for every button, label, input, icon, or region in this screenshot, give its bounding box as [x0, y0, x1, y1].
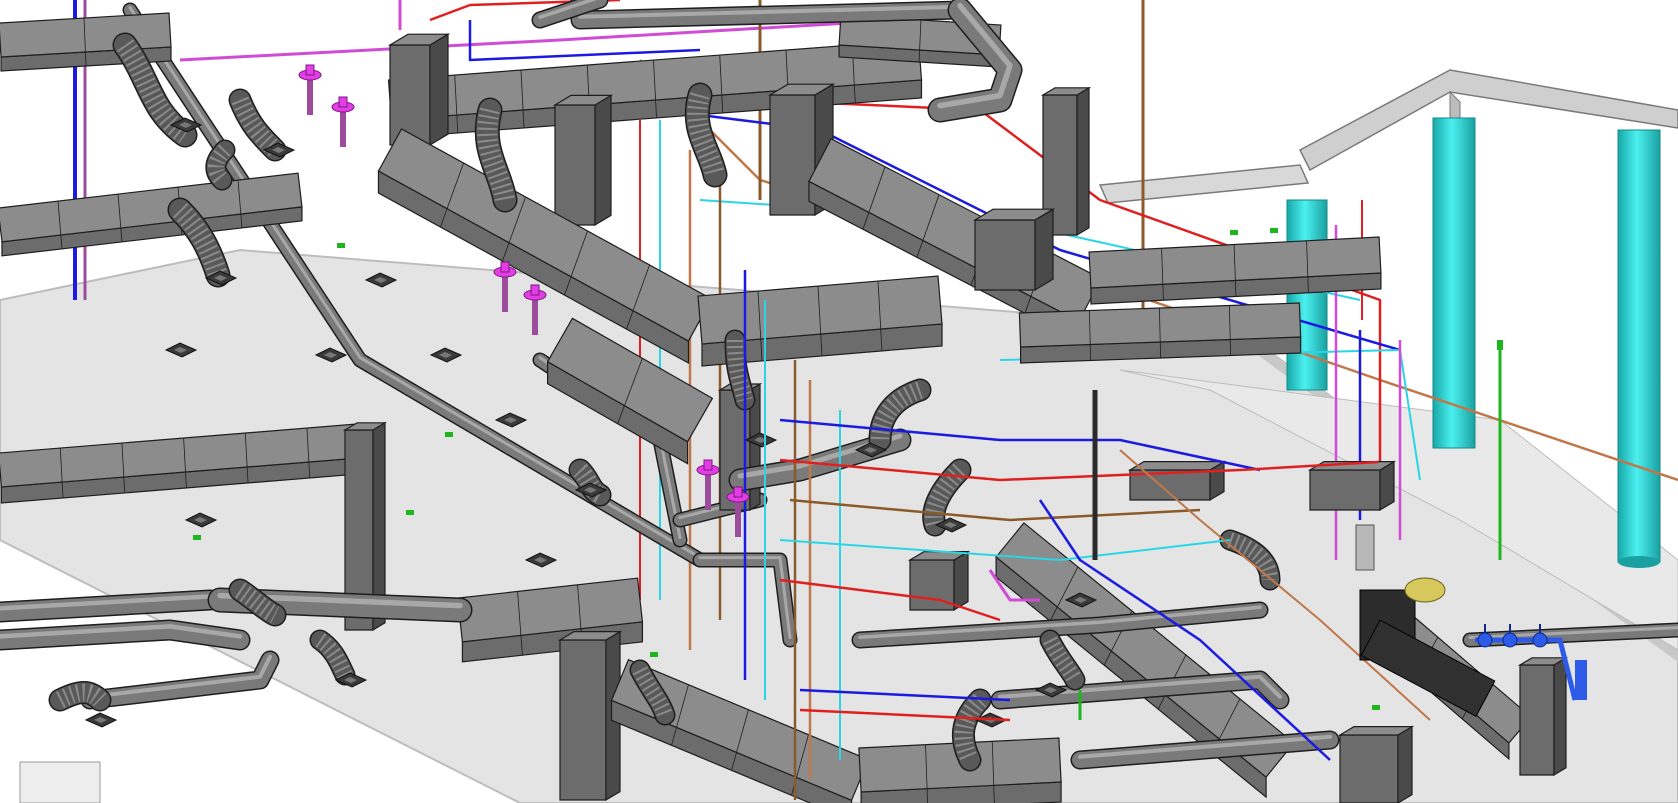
green-marker-2	[193, 535, 201, 540]
flex-duct-13	[48, 681, 112, 712]
ceiling-diffuser-11	[84, 712, 118, 728]
sprinkler-head-3-deflector	[500, 261, 510, 273]
flex-duct-4	[205, 139, 236, 191]
duct-riser-lower-centre-front	[559, 639, 607, 801]
duct-riser-top-1	[387, 33, 451, 147]
equipment-box-centre	[907, 550, 971, 612]
duct-riser-top-1-side	[429, 33, 449, 147]
duct-riser-lower-right	[1517, 656, 1569, 777]
sprinkler-head-5-deflector	[703, 459, 713, 471]
water-heater	[1355, 524, 1375, 571]
mep-model-scene[interactable]	[0, 0, 1678, 803]
equipment-box-right-top	[1127, 461, 1227, 471]
duct-riser-lower-right-front	[1519, 664, 1555, 776]
structural-column-3	[1617, 129, 1661, 563]
round-duct-left-1	[0, 589, 221, 623]
round-duct-left-2	[0, 619, 251, 651]
expansion-tank	[1404, 577, 1446, 603]
structural-column-2	[1432, 117, 1476, 449]
duct-riser-top-4-side	[1076, 86, 1090, 237]
duct-riser-top-2	[552, 94, 614, 227]
duct-left-mid	[0, 172, 303, 257]
sprinkler-head-2	[331, 96, 355, 147]
structural-column-1	[1286, 199, 1328, 391]
equipment-box-far-right	[1307, 460, 1397, 512]
valve-drop	[1575, 660, 1587, 700]
duct-box-bottom-right	[1337, 725, 1415, 803]
duct-box-mid-right-front	[974, 219, 1036, 291]
equipment-box-right	[1127, 460, 1227, 502]
duct-box-bottom-right-front	[1339, 734, 1399, 803]
column-3-base	[1618, 556, 1660, 568]
sprinkler-head-6-deflector	[733, 486, 743, 498]
duct-right-mid	[1018, 302, 1302, 364]
duct-box-mid-right	[972, 208, 1056, 292]
sprinkler-head-4-deflector	[530, 284, 540, 296]
green-marker-8	[650, 652, 658, 657]
green-marker-6	[1270, 228, 1278, 233]
duct-box-bottom-right-side	[1397, 725, 1413, 803]
green-marker-3	[406, 510, 414, 515]
round-duct-top	[570, 0, 970, 30]
green-marker-5	[1230, 230, 1238, 235]
green-marker-1	[337, 243, 345, 248]
sprinkler-head-1	[298, 64, 322, 115]
duct-riser-top-3-front	[769, 94, 816, 216]
duct-riser-lower-right-side	[1553, 656, 1567, 777]
duct-riser-top-1-front	[389, 44, 431, 146]
equipment-box-far-right-front	[1309, 469, 1381, 511]
floor-opening	[19, 761, 101, 803]
model-viewport[interactable]	[0, 0, 1678, 803]
flex-duct-2	[228, 88, 287, 162]
green-marker-4	[445, 432, 453, 437]
equipment-box-centre-side	[953, 550, 969, 612]
flex-duct-8	[724, 329, 756, 411]
sprinkler-head-2-deflector	[338, 96, 348, 108]
duct-box-bottom-right-top	[1337, 725, 1415, 736]
roof-beam-lower	[1098, 164, 1310, 204]
green-marker-7	[1372, 705, 1380, 710]
duct-box-mid-right-side	[1034, 208, 1054, 292]
gate-valve-2	[1502, 632, 1518, 648]
gate-valve-1	[1477, 632, 1493, 648]
duct-riser-top-2-front	[554, 104, 596, 226]
sprinkler-head-1-deflector	[305, 64, 315, 76]
duct-riser-top-2-side	[594, 94, 612, 227]
gate-valve-3	[1532, 632, 1548, 648]
